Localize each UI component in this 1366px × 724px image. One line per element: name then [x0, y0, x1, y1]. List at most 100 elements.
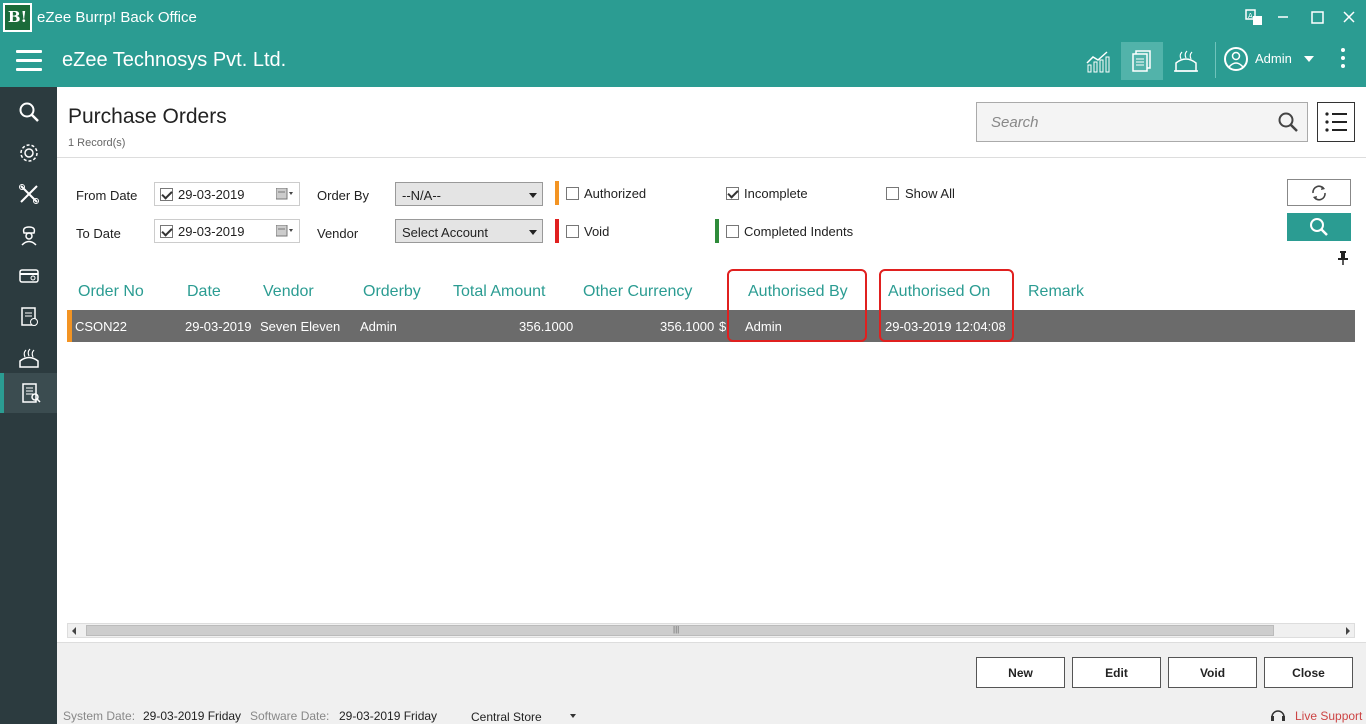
title-bar: B! eZee Burrp! Back Office A — [0, 0, 1366, 34]
authorized-checkbox[interactable] — [566, 187, 579, 200]
close-button[interactable]: Close — [1264, 657, 1353, 688]
chevron-down-icon[interactable] — [570, 714, 576, 718]
column-header-total-amount[interactable]: Total Amount — [453, 283, 546, 301]
divider — [57, 157, 1366, 158]
main-content: Purchase Orders 1 Record(s) From Date 29… — [57, 87, 1366, 724]
scroll-right-icon[interactable] — [1346, 627, 1350, 635]
from-date-checkbox[interactable] — [160, 188, 173, 201]
to-date-value: 29-03-2019 — [178, 224, 245, 239]
search-input[interactable] — [977, 103, 1267, 141]
maximize-icon[interactable] — [1306, 6, 1328, 28]
new-button[interactable]: New — [976, 657, 1065, 688]
chevron-down-icon — [529, 193, 537, 198]
column-header-order-no[interactable]: Order No — [78, 283, 144, 301]
show-all-checkbox[interactable] — [886, 187, 899, 200]
to-date-field[interactable]: 29-03-2019 — [154, 219, 300, 243]
refresh-button[interactable] — [1287, 179, 1351, 206]
calendar-icon[interactable] — [275, 187, 294, 203]
sidebar-tools[interactable] — [0, 174, 57, 214]
kitchen-icon[interactable] — [1165, 42, 1207, 80]
order-by-select[interactable]: --N/A-- — [395, 182, 543, 206]
from-date-value: 29-03-2019 — [178, 187, 245, 202]
authorized-label: Authorized — [584, 186, 647, 201]
refresh-icon — [1312, 184, 1326, 201]
header-bar: eZee Technosys Pvt. Ltd. Admin — [0, 34, 1366, 87]
sidebar-settings[interactable] — [0, 133, 57, 173]
avatar-icon[interactable] — [1224, 47, 1248, 71]
vendor-select[interactable]: Select Account — [395, 219, 543, 243]
completed-indents-checkbox[interactable] — [726, 225, 739, 238]
sidebar-search[interactable] — [0, 92, 57, 132]
search-icon — [19, 102, 39, 122]
chef-icon — [20, 226, 37, 246]
search-icon[interactable] — [1277, 111, 1299, 136]
sidebar-payments[interactable] — [0, 256, 57, 296]
svg-text:A: A — [1248, 12, 1253, 20]
sidebar-chef[interactable] — [0, 215, 57, 255]
cell-other-currency: 356.1000 — [660, 319, 715, 334]
app-title: eZee Burrp! Back Office — [37, 9, 197, 26]
scrollbar-thumb[interactable] — [86, 625, 1274, 636]
incomplete-label: Incomplete — [744, 186, 808, 201]
completed-indents-label: Completed Indents — [744, 224, 854, 239]
system-date-value: 29-03-2019 Friday — [143, 709, 242, 723]
card-icon — [18, 269, 39, 283]
scroll-grip-icon: ||| — [673, 625, 680, 634]
header-separator — [1215, 42, 1216, 78]
authorized-color-bar — [555, 181, 559, 205]
sidebar-billing[interactable] — [0, 297, 57, 337]
user-name[interactable]: Admin — [1255, 51, 1292, 66]
column-header-vendor[interactable]: Vendor — [263, 283, 314, 301]
void-checkbox[interactable] — [566, 225, 579, 238]
vendor-label: Vendor — [317, 226, 359, 241]
more-options-icon[interactable] — [1341, 48, 1347, 72]
apply-filter-button[interactable] — [1287, 213, 1351, 241]
company-name: eZee Technosys Pvt. Ltd. — [62, 49, 287, 71]
menu-icon[interactable] — [16, 50, 42, 72]
horizontal-scrollbar[interactable]: ||| — [67, 623, 1355, 638]
cell-date: 29-03-2019 — [185, 319, 252, 334]
translate-icon[interactable]: A — [1243, 6, 1265, 28]
minimize-icon[interactable] — [1272, 6, 1294, 28]
column-header-date[interactable]: Date — [187, 283, 221, 301]
bill-icon — [20, 307, 38, 326]
system-date-label: System Date: — [63, 709, 136, 723]
scroll-left-icon[interactable] — [72, 627, 76, 635]
app-logo: B! — [3, 3, 32, 32]
search-box[interactable] — [976, 102, 1308, 142]
list-view-button[interactable] — [1317, 102, 1355, 142]
live-support-link[interactable]: Live Support — [1295, 709, 1362, 723]
cell-order-no: CSON22 — [75, 319, 128, 334]
from-date-field[interactable]: 29-03-2019 — [154, 182, 300, 206]
to-date-label: To Date — [76, 226, 121, 241]
record-count: 1 Record(s) — [68, 137, 126, 149]
column-header-orderby[interactable]: Orderby — [363, 283, 421, 301]
void-color-bar — [555, 219, 559, 243]
calendar-icon[interactable] — [275, 224, 294, 240]
sidebar — [0, 87, 57, 724]
order-by-label: Order By — [317, 188, 370, 203]
column-header-other-currency[interactable]: Other Currency — [583, 283, 692, 301]
column-header-remark[interactable]: Remark — [1028, 283, 1084, 301]
void-button[interactable]: Void — [1168, 657, 1257, 688]
show-all-label: Show All — [905, 186, 955, 201]
tools-icon — [18, 184, 39, 204]
incomplete-checkbox[interactable] — [726, 187, 739, 200]
store-select[interactable]: Central Store — [471, 710, 542, 724]
software-date-label: Software Date: — [250, 709, 330, 723]
cell-vendor: Seven Eleven — [260, 319, 341, 334]
headset-icon[interactable] — [1269, 706, 1287, 724]
completed-color-bar — [715, 219, 719, 243]
purchase-icon — [21, 383, 41, 403]
close-window-icon[interactable] — [1338, 6, 1360, 28]
pin-icon[interactable] — [1337, 251, 1349, 268]
to-date-checkbox[interactable] — [160, 225, 173, 238]
reports-chart-icon[interactable] — [1077, 42, 1119, 80]
documents-icon[interactable] — [1121, 42, 1163, 80]
sidebar-kitchen[interactable] — [0, 338, 57, 378]
sidebar-purchase[interactable] — [0, 373, 57, 413]
software-date-value: 29-03-2019 Friday — [339, 709, 438, 723]
edit-button[interactable]: Edit — [1072, 657, 1161, 688]
user-dropdown-icon[interactable] — [1304, 56, 1314, 62]
highlight-authorised-on — [879, 269, 1014, 342]
